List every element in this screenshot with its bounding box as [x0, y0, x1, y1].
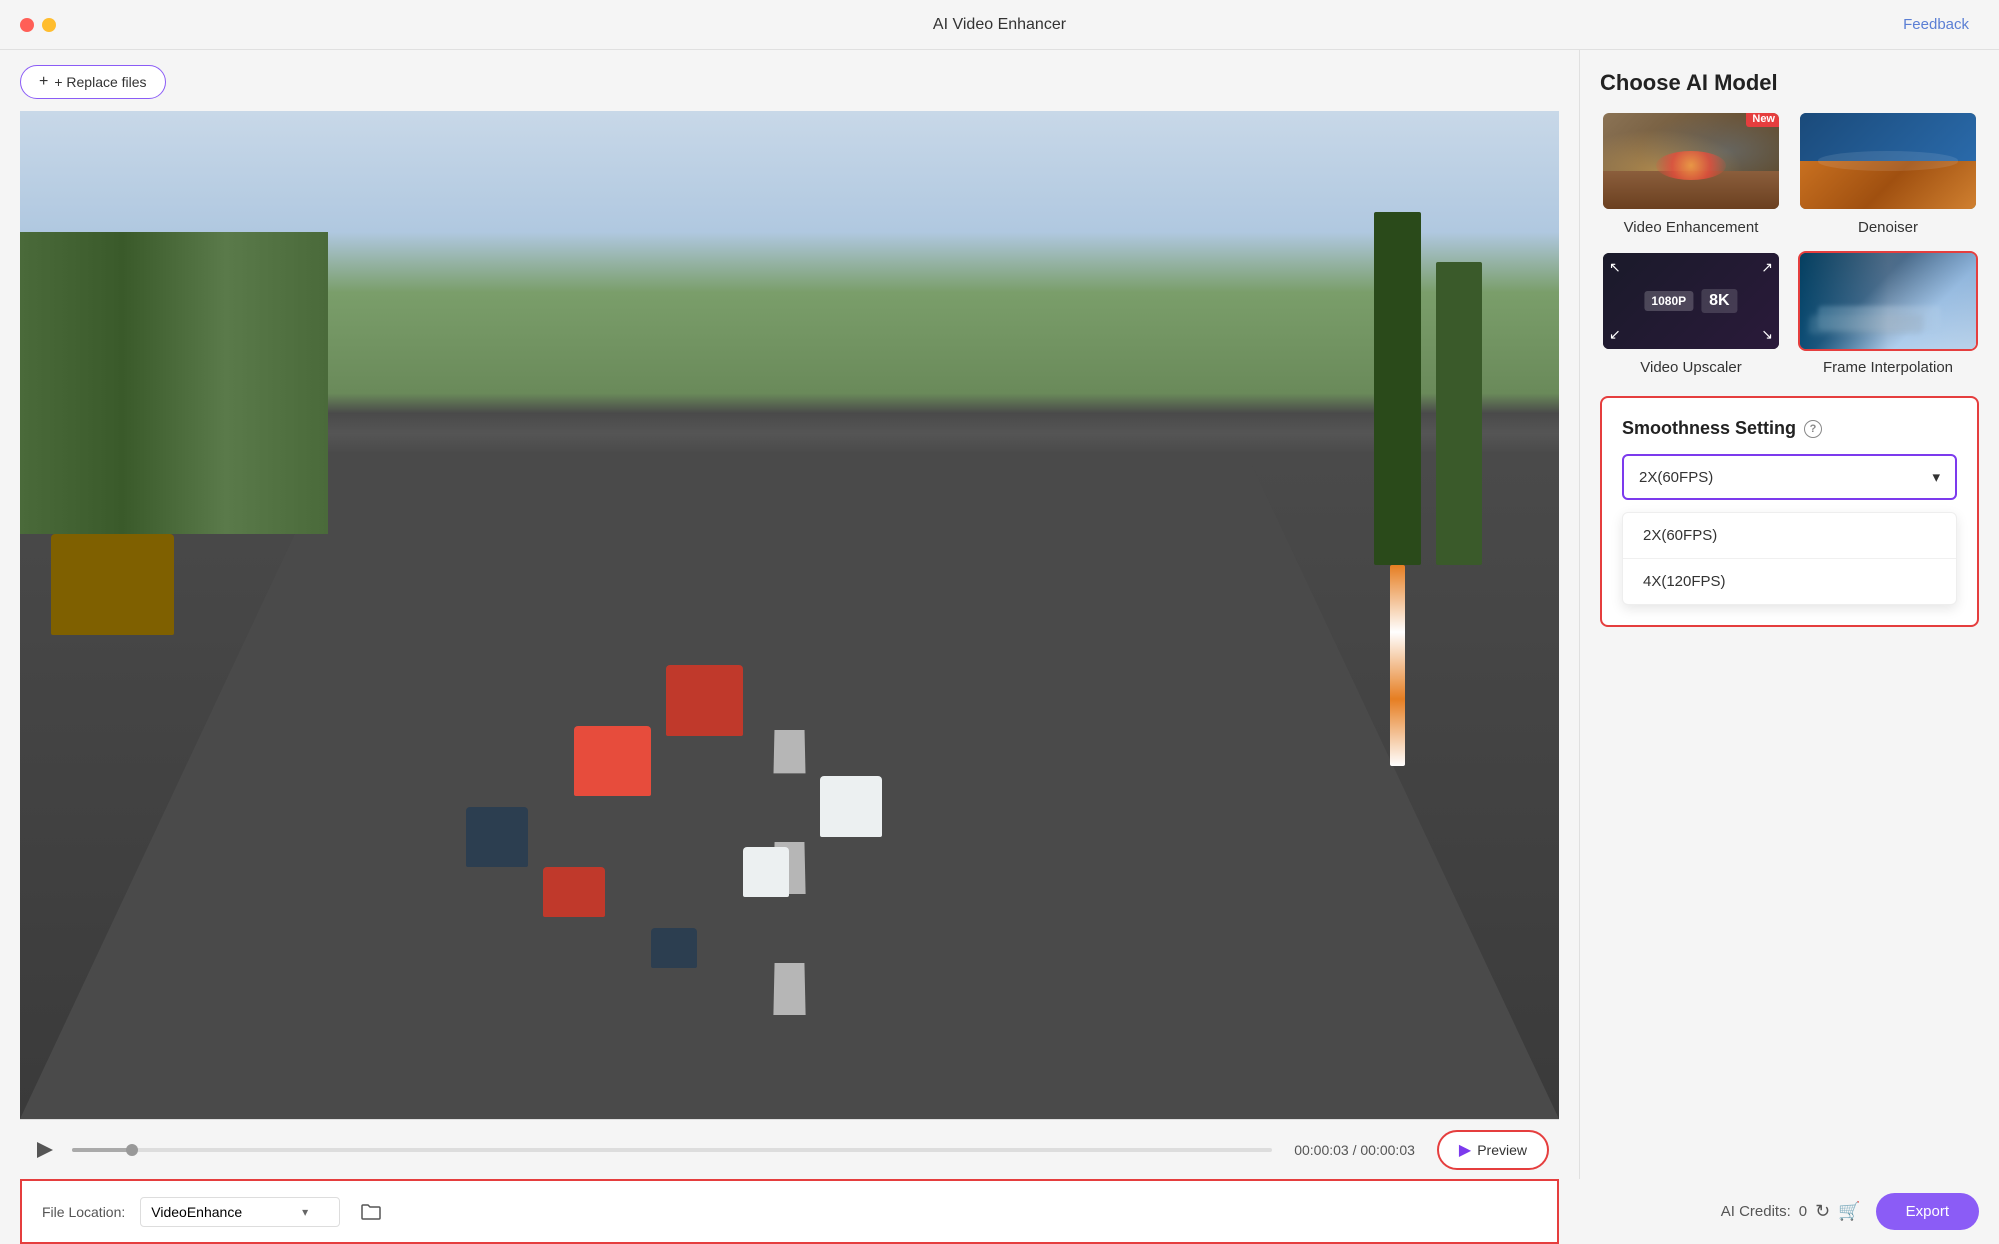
plus-icon: +	[39, 73, 48, 91]
file-location-bar: File Location: VideoEnhance ▾	[20, 1179, 1559, 1244]
timeline-thumb[interactable]	[126, 1144, 138, 1156]
play-icon	[37, 1142, 53, 1158]
video-player	[20, 111, 1559, 1119]
feedback-link[interactable]: Feedback	[1903, 16, 1969, 33]
smoothness-chevron-icon: ▾	[1932, 468, 1940, 486]
file-location-value: VideoEnhance	[151, 1204, 242, 1220]
smoothness-title: Smoothness Setting ?	[1622, 418, 1957, 439]
model-image-denoiser	[1798, 111, 1978, 211]
folder-open-button[interactable]	[355, 1196, 387, 1228]
smoothness-dropdown-options: 2X(60FPS) 4X(120FPS)	[1622, 512, 1957, 605]
timeline-progress	[72, 1148, 132, 1152]
model-label-frame-interpolation: Frame Interpolation	[1823, 359, 1953, 376]
timeline-track[interactable]	[72, 1148, 1272, 1152]
total-time: 00:00:03	[1360, 1142, 1415, 1158]
play-button[interactable]	[30, 1135, 60, 1165]
model-image-frame-interpolation	[1798, 251, 1978, 351]
smoothness-title-text: Smoothness Setting	[1622, 418, 1796, 439]
traffic-lights	[20, 18, 56, 32]
current-time: 00:00:03	[1294, 1142, 1349, 1158]
video-scene	[20, 111, 1559, 1119]
time-display: 00:00:03 / 00:00:03	[1294, 1142, 1415, 1158]
model-image-video-enhancement: New	[1601, 111, 1781, 211]
model-card-denoiser[interactable]: Denoiser	[1797, 111, 1979, 236]
smoothness-option-4x[interactable]: 4X(120FPS)	[1623, 558, 1956, 604]
app-title: AI Video Enhancer	[933, 16, 1066, 34]
choose-model-section: Choose AI Model New Video Enhancement	[1600, 70, 1979, 376]
model-label-denoiser: Denoiser	[1858, 219, 1918, 236]
main-layout: + + Replace files	[0, 50, 1999, 1244]
file-location-select[interactable]: VideoEnhance ▾	[140, 1197, 340, 1227]
refresh-icon[interactable]: ↻	[1815, 1201, 1830, 1222]
credits-count: 0	[1799, 1203, 1807, 1220]
timeline[interactable]	[72, 1148, 1272, 1152]
file-location-label: File Location:	[42, 1204, 125, 1220]
model-card-video-enhancement[interactable]: New Video Enhancement	[1600, 111, 1782, 236]
video-enhance-preview	[1603, 113, 1779, 209]
smoothness-option-2x[interactable]: 2X(60FPS)	[1623, 513, 1956, 558]
export-button[interactable]: Export	[1876, 1193, 1979, 1230]
choose-model-title: Choose AI Model	[1600, 70, 1979, 96]
smoothness-selected-value: 2X(60FPS)	[1639, 469, 1713, 486]
close-button[interactable]	[20, 18, 34, 32]
cart-icon[interactable]: 🛒	[1838, 1201, 1860, 1222]
model-image-video-upscaler: 1080P 8K ↖ ↗ ↙ ↘	[1601, 251, 1781, 351]
help-icon[interactable]: ?	[1804, 420, 1822, 438]
preview-label: Preview	[1477, 1142, 1527, 1158]
new-badge: New	[1746, 111, 1781, 127]
controls-bar: 00:00:03 / 00:00:03 ▶ Preview	[20, 1119, 1559, 1179]
chevron-down-icon: ▾	[302, 1205, 308, 1219]
left-panel: + + Replace files	[0, 50, 1579, 1244]
export-bar: AI Credits: 0 ↻ 🛒 Export	[1579, 1179, 1999, 1244]
ai-credits: AI Credits: 0 ↻ 🛒	[1721, 1201, 1861, 1222]
titlebar: AI Video Enhancer Feedback	[0, 0, 1999, 50]
model-label-video-upscaler: Video Upscaler	[1640, 359, 1741, 376]
replace-files-button[interactable]: + + Replace files	[20, 65, 166, 99]
ai-credits-label: AI Credits:	[1721, 1203, 1791, 1220]
preview-button[interactable]: ▶ Preview	[1437, 1130, 1549, 1170]
interpolation-preview	[1800, 253, 1976, 349]
right-panel: Choose AI Model New Video Enhancement	[1579, 50, 1999, 1244]
smoothness-section: Smoothness Setting ? 2X(60FPS) ▾ 2X(60FP…	[1600, 396, 1979, 627]
minimize-button[interactable]	[42, 18, 56, 32]
preview-play-icon: ▶	[1459, 1140, 1471, 1160]
model-card-frame-interpolation[interactable]: Frame Interpolation	[1797, 251, 1979, 376]
denoiser-preview	[1800, 113, 1976, 209]
folder-icon	[360, 1203, 382, 1221]
upscaler-preview: 1080P 8K ↖ ↗ ↙ ↘	[1603, 253, 1779, 349]
replace-files-label: + Replace files	[54, 74, 146, 90]
model-label-video-enhancement: Video Enhancement	[1624, 219, 1759, 236]
smoothness-select[interactable]: 2X(60FPS) ▾	[1622, 454, 1957, 500]
model-card-video-upscaler[interactable]: 1080P 8K ↖ ↗ ↙ ↘ Video Upscaler	[1600, 251, 1782, 376]
ai-models-grid: New Video Enhancement	[1600, 111, 1979, 376]
